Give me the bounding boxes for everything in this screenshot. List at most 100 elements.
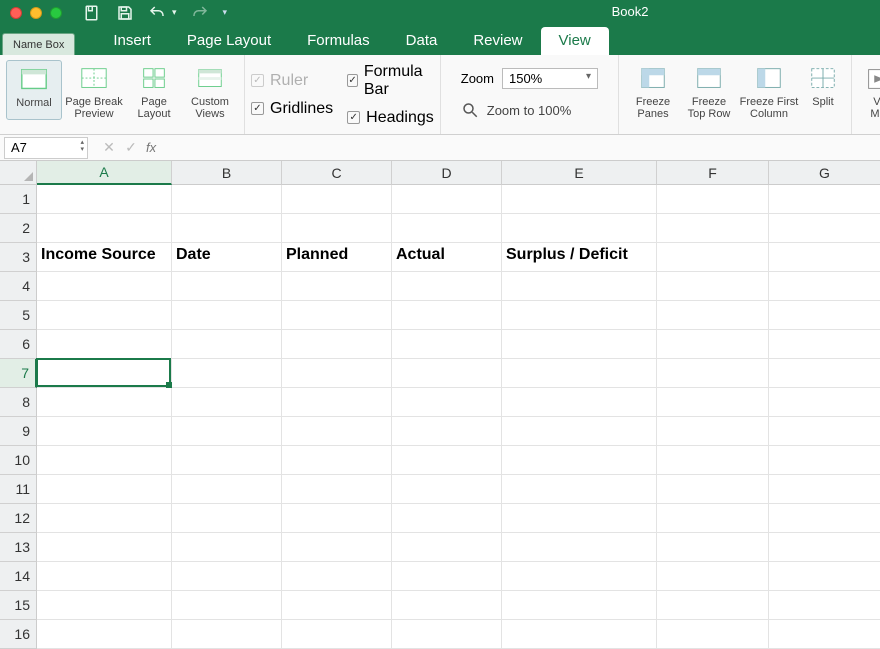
cell-D16[interactable] — [392, 620, 502, 649]
cell-C2[interactable] — [282, 214, 392, 243]
row-header-10[interactable]: 10 — [0, 446, 37, 475]
cell-C4[interactable] — [282, 272, 392, 301]
tab-insert[interactable]: Insert — [95, 27, 169, 55]
cell-D12[interactable] — [392, 504, 502, 533]
cell-G2[interactable] — [769, 214, 880, 243]
cell-A11[interactable] — [37, 475, 172, 504]
cell-E8[interactable] — [502, 388, 657, 417]
cell-F10[interactable] — [657, 446, 769, 475]
save-icon[interactable] — [116, 4, 134, 22]
cell-D4[interactable] — [392, 272, 502, 301]
cell-A9[interactable] — [37, 417, 172, 446]
cell-B11[interactable] — [172, 475, 282, 504]
cell-E10[interactable] — [502, 446, 657, 475]
cell-G1[interactable] — [769, 185, 880, 214]
cell-B5[interactable] — [172, 301, 282, 330]
cell-G12[interactable] — [769, 504, 880, 533]
column-header-F[interactable]: F — [657, 161, 769, 185]
tab-formulas[interactable]: Formulas — [289, 27, 388, 55]
fullscreen-window-icon[interactable] — [50, 7, 62, 19]
column-header-D[interactable]: D — [392, 161, 502, 185]
cell-F1[interactable] — [657, 185, 769, 214]
cell-D13[interactable] — [392, 533, 502, 562]
tab-data[interactable]: Data — [388, 27, 456, 55]
cell-E7[interactable] — [502, 359, 657, 388]
cell-A12[interactable] — [37, 504, 172, 533]
row-header-12[interactable]: 12 — [0, 504, 37, 533]
cell-E6[interactable] — [502, 330, 657, 359]
cells-area[interactable]: Income SourceDatePlannedActualSurplus / … — [37, 185, 880, 649]
close-window-icon[interactable] — [10, 7, 22, 19]
freeze-first-column-button[interactable]: Freeze First Column — [737, 60, 801, 120]
column-header-A[interactable]: A — [37, 161, 172, 185]
cell-B14[interactable] — [172, 562, 282, 591]
tab-view[interactable]: View — [541, 27, 609, 55]
cell-F3[interactable] — [657, 243, 769, 272]
cell-G16[interactable] — [769, 620, 880, 649]
cell-A5[interactable] — [37, 301, 172, 330]
cell-B2[interactable] — [172, 214, 282, 243]
cell-A7[interactable] — [37, 359, 172, 388]
cell-D1[interactable] — [392, 185, 502, 214]
column-header-C[interactable]: C — [282, 161, 392, 185]
formula-input[interactable] — [156, 137, 880, 159]
cell-D7[interactable] — [392, 359, 502, 388]
cell-G11[interactable] — [769, 475, 880, 504]
cell-B15[interactable] — [172, 591, 282, 620]
cell-E9[interactable] — [502, 417, 657, 446]
cell-B12[interactable] — [172, 504, 282, 533]
cell-B16[interactable] — [172, 620, 282, 649]
cell-C13[interactable] — [282, 533, 392, 562]
cell-A1[interactable] — [37, 185, 172, 214]
cell-D2[interactable] — [392, 214, 502, 243]
cell-F9[interactable] — [657, 417, 769, 446]
cell-G13[interactable] — [769, 533, 880, 562]
tab-page-layout[interactable]: Page Layout — [169, 27, 289, 55]
cell-G6[interactable] — [769, 330, 880, 359]
column-header-E[interactable]: E — [502, 161, 657, 185]
autosave-icon[interactable] — [84, 4, 102, 22]
gridlines-checkbox[interactable]: Gridlines — [251, 100, 333, 118]
tab-review[interactable]: Review — [455, 27, 540, 55]
cell-C9[interactable] — [282, 417, 392, 446]
headings-checkbox[interactable]: Headings — [347, 109, 434, 127]
freeze-top-row-button[interactable]: Freeze Top Row — [681, 60, 737, 120]
cell-G10[interactable] — [769, 446, 880, 475]
freeze-panes-button[interactable]: Freeze Panes — [625, 60, 681, 120]
page-layout-view-button[interactable]: Page Layout — [126, 60, 182, 120]
normal-view-button[interactable]: Normal — [6, 60, 62, 120]
custom-views-button[interactable]: Custom Views — [182, 60, 238, 120]
cell-G3[interactable] — [769, 243, 880, 272]
cell-E12[interactable] — [502, 504, 657, 533]
column-header-B[interactable]: B — [172, 161, 282, 185]
qat-customize-icon[interactable]: ▾ — [223, 7, 228, 18]
cell-B4[interactable] — [172, 272, 282, 301]
cell-G5[interactable] — [769, 301, 880, 330]
cell-C7[interactable] — [282, 359, 392, 388]
cell-D6[interactable] — [392, 330, 502, 359]
zoom-select[interactable]: 150% — [502, 68, 598, 89]
formula-bar-checkbox[interactable]: Formula Bar — [347, 63, 434, 99]
cell-A6[interactable] — [37, 330, 172, 359]
cell-E15[interactable] — [502, 591, 657, 620]
cell-B1[interactable] — [172, 185, 282, 214]
cell-F11[interactable] — [657, 475, 769, 504]
cell-D5[interactable] — [392, 301, 502, 330]
cancel-formula-icon[interactable]: ✕ — [98, 139, 120, 156]
cell-G15[interactable] — [769, 591, 880, 620]
cell-C1[interactable] — [282, 185, 392, 214]
cell-G14[interactable] — [769, 562, 880, 591]
cell-F5[interactable] — [657, 301, 769, 330]
cell-F12[interactable] — [657, 504, 769, 533]
cell-C5[interactable] — [282, 301, 392, 330]
cell-A3[interactable]: Income Source — [37, 243, 172, 272]
zoom-to-100-button[interactable]: Zoom to 100% — [461, 101, 598, 119]
column-header-G[interactable]: G — [769, 161, 880, 185]
undo-dropdown-icon[interactable]: ▾ — [172, 7, 177, 18]
row-header-11[interactable]: 11 — [0, 475, 37, 504]
cell-B13[interactable] — [172, 533, 282, 562]
cell-D11[interactable] — [392, 475, 502, 504]
cell-E4[interactable] — [502, 272, 657, 301]
cell-B9[interactable] — [172, 417, 282, 446]
cell-F15[interactable] — [657, 591, 769, 620]
